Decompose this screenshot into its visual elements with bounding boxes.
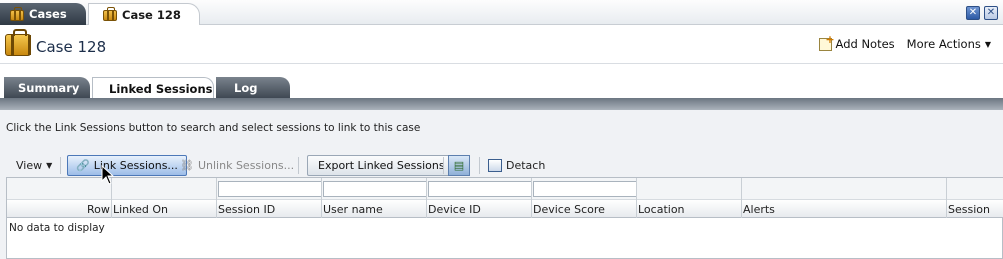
column-header-session-id[interactable]: Session ID (218, 203, 275, 216)
more-actions-menu[interactable]: More Actions ▼ (907, 37, 991, 51)
column-divider (426, 178, 427, 218)
toolbar-separator (298, 157, 299, 174)
link-icon: 🔗 (76, 159, 90, 172)
linked-sessions-table: Row Linked On Session ID User name Devic… (6, 177, 1003, 259)
filter-row (7, 178, 1003, 200)
column-header-device-id[interactable]: Device ID (428, 203, 481, 216)
filter-user-name-input[interactable] (323, 181, 427, 197)
link-sessions-button[interactable]: 🔗 Link Sessions... (67, 155, 187, 176)
instructions-text: Click the Link Sessions button to search… (6, 122, 421, 134)
column-header-device-score[interactable]: Device Score (533, 203, 605, 216)
chevron-down-icon: ▼ (984, 39, 991, 49)
column-divider (741, 178, 742, 218)
tab-linked-sessions-label: Linked Sessions (109, 81, 213, 96)
detach-label: Detach (506, 159, 546, 172)
toolbar-separator (60, 157, 61, 174)
column-header-session[interactable]: Session (948, 203, 990, 216)
column-divider (531, 178, 532, 218)
briefcase-icon (10, 6, 24, 21)
column-header-linked-on[interactable]: Linked On (113, 203, 168, 216)
export-linked-sessions-button[interactable]: Export Linked Sessions (307, 155, 456, 176)
filter-device-id-input[interactable] (428, 181, 532, 197)
column-divider (216, 178, 217, 218)
toolbar-separator (479, 157, 480, 174)
add-note-icon (818, 33, 835, 51)
case-briefcase-icon (5, 29, 31, 56)
add-notes-label: Add Notes (835, 37, 895, 51)
close-all-icon[interactable]: ✕ (966, 6, 980, 20)
top-tab-bar: Cases Case 128 ✕ ✕ (0, 0, 1003, 25)
unlink-sessions-label: Unlink Sessions... (197, 159, 295, 172)
tab-summary-label: Summary (18, 81, 80, 95)
chevron-down-icon: ▼ (46, 161, 53, 170)
panel-header-bar (0, 98, 1003, 110)
page-title: Case 128 (36, 38, 107, 56)
tab-summary[interactable]: Summary (4, 77, 90, 99)
tab-cases[interactable]: Cases (0, 3, 86, 25)
view-label: View (16, 159, 43, 172)
filter-session-id-input[interactable] (218, 181, 322, 197)
filter-device-score-input[interactable] (533, 181, 637, 197)
column-divider (946, 178, 947, 218)
tab-cases-label: Cases (29, 7, 67, 21)
tab-log[interactable]: Log (216, 77, 290, 99)
toolbar-separator (443, 157, 444, 174)
empty-table-message: No data to display (9, 222, 105, 234)
column-header-location[interactable]: Location (638, 203, 685, 216)
detach-button[interactable]: Detach (488, 155, 545, 176)
column-divider (636, 178, 637, 218)
column-divider (321, 178, 322, 218)
more-actions-label: More Actions (906, 37, 981, 51)
column-header-user-name[interactable]: User name (323, 203, 383, 216)
add-notes-button[interactable]: Add Notes (818, 33, 895, 51)
tab-linked-sessions[interactable]: Linked Sessions (92, 77, 214, 99)
export-label: Export Linked Sessions (318, 159, 445, 172)
filter-toggle-icon[interactable]: ▤ (448, 155, 470, 176)
tab-log-label: Log (234, 81, 258, 95)
filter-glyph: ▤ (453, 159, 465, 172)
tab-case-128-label: Case 128 (122, 7, 181, 22)
header-actions: Add Notes More Actions ▼ (818, 33, 991, 51)
briefcase-icon (103, 7, 117, 21)
column-header-row[interactable]: Row (87, 203, 110, 216)
unlink-icon: ⛓ (180, 159, 194, 172)
column-header-alerts[interactable]: Alerts (743, 203, 775, 216)
detach-icon (488, 159, 502, 172)
tab-case-128[interactable]: Case 128 (88, 3, 200, 25)
header-divider (0, 63, 1003, 64)
view-menu[interactable]: View ▼ (16, 155, 52, 176)
unlink-sessions-button[interactable]: ⛓ Unlink Sessions... (180, 155, 294, 176)
mouse-pointer-icon (101, 165, 115, 185)
close-tab-icon[interactable]: ✕ (984, 6, 998, 20)
